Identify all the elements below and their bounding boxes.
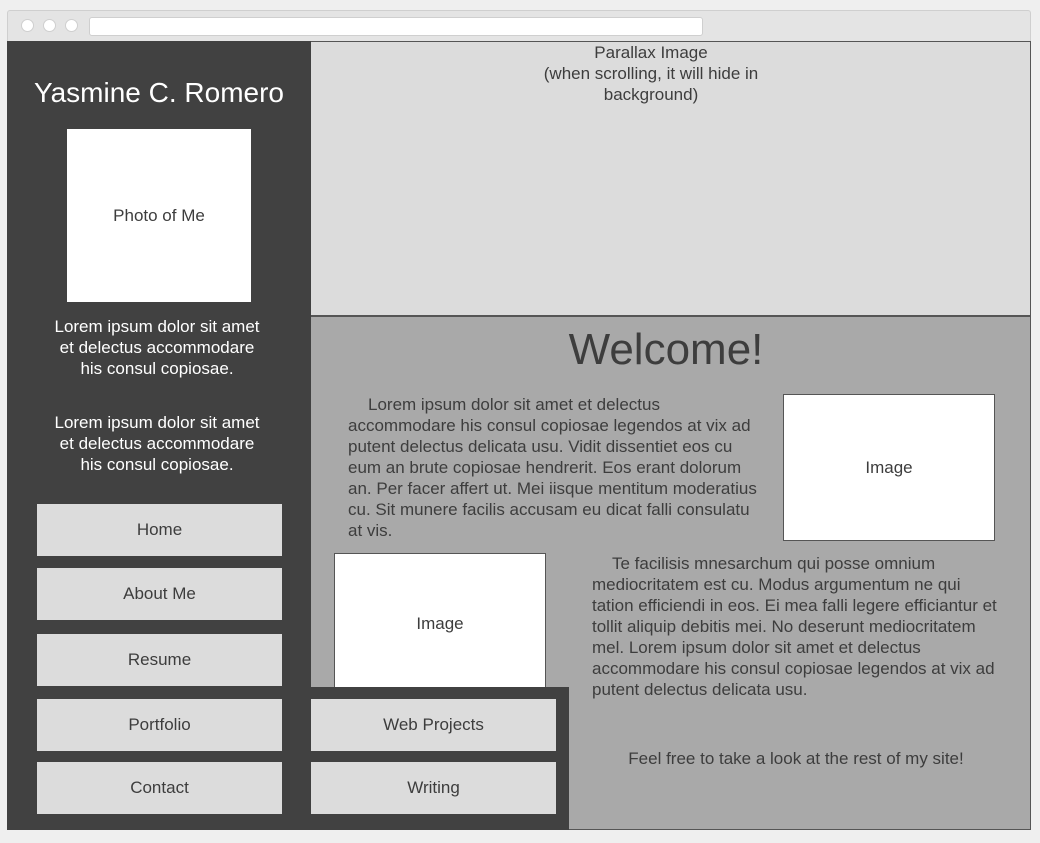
page-title: Welcome! (568, 325, 764, 374)
nav-contact-button[interactable]: Contact (37, 762, 282, 814)
image-placeholder: Image (334, 553, 546, 693)
nav-about-label: About Me (123, 584, 196, 603)
nav-portfolio-button[interactable]: Portfolio (37, 699, 282, 751)
nav-contact-label: Contact (130, 778, 189, 797)
submenu-writing-button[interactable]: Writing (311, 762, 556, 814)
nav-about-button[interactable]: About Me (37, 568, 282, 620)
nav-resume-button[interactable]: Resume (37, 634, 282, 686)
parallax-label: Parallax Image (when scrolling, it will … (543, 43, 759, 104)
bio-paragraph: Lorem ipsum dolor sit amet et delectus a… (54, 413, 260, 474)
profile-photo-label: Photo of Me (113, 205, 205, 225)
window-minimize-dot[interactable] (43, 19, 56, 32)
window-close-dot[interactable] (21, 19, 34, 32)
browser-chrome (7, 10, 1031, 42)
nav-resume-label: Resume (127, 650, 192, 669)
submenu-writing-label: Writing (407, 778, 460, 797)
nav-home-button[interactable]: Home (37, 504, 282, 556)
submenu-web-projects-label: Web Projects (383, 715, 484, 734)
window-maximize-dot[interactable] (65, 19, 78, 32)
nav-portfolio-label: Portfolio (128, 715, 191, 734)
submenu-web-projects-button[interactable]: Web Projects (311, 699, 556, 751)
image-placeholder-label: Image (416, 613, 464, 633)
nav-home-label: Home (136, 520, 183, 539)
portfolio-submenu: Web Projects Writing (310, 687, 569, 830)
image-placeholder: Image (783, 394, 995, 541)
site-owner-name: Yasmine C. Romero (33, 77, 284, 108)
sidebar: Yasmine C. Romero Photo of Me Lorem ipsu… (7, 41, 311, 830)
parallax-image-placeholder: Parallax Image (when scrolling, it will … (311, 41, 1031, 316)
profile-photo-placeholder: Photo of Me (67, 129, 251, 302)
address-bar[interactable] (89, 17, 703, 36)
intro-paragraph: Lorem ipsum dolor sit amet et delectus a… (348, 395, 757, 540)
second-paragraph: Te facilisis mnesarchum qui posse omnium… (592, 554, 997, 699)
image-placeholder-label: Image (865, 457, 913, 477)
closing-note: Feel free to take a look at the rest of … (628, 749, 964, 768)
bio-paragraph: Lorem ipsum dolor sit amet et delectus a… (54, 317, 260, 378)
